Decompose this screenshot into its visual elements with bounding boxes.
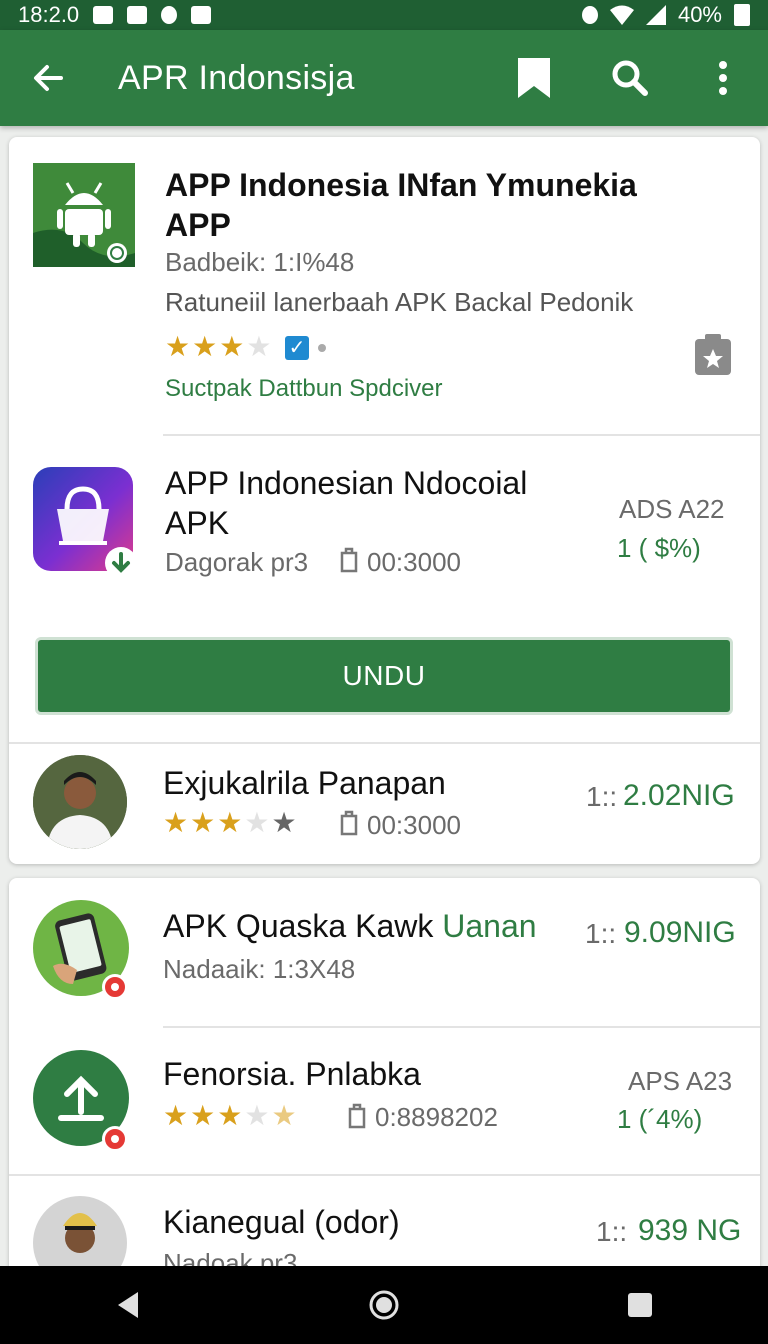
star-full-icon: ★ — [190, 807, 216, 838]
nav-back-button[interactable] — [88, 1275, 168, 1335]
app-right-label: APS A23 — [628, 1066, 733, 1096]
shield-icon — [127, 6, 148, 24]
star-empty-icon: ★ — [246, 331, 272, 362]
divider — [9, 1174, 760, 1176]
app-rating: ★ ★ ★ ★ ★ — [163, 1102, 297, 1130]
battery-icon — [734, 4, 750, 26]
nav-home-button[interactable] — [344, 1275, 424, 1335]
app-title: Exjukalrila Panapan — [163, 765, 446, 801]
featured-app-rating: ★ ★ ★ ★ — [165, 333, 271, 361]
search-button[interactable] — [582, 30, 678, 126]
price-prefix: 1:: — [586, 781, 618, 812]
app-card-featured: APP Indonesia INfan Ymunekia APP Badbeik… — [9, 137, 760, 864]
system-nav-bar — [0, 1266, 768, 1344]
arrow-back-icon — [34, 65, 63, 91]
notification-icon — [93, 6, 114, 24]
android-app-icon — [33, 163, 135, 267]
music-icon — [161, 6, 178, 24]
package-icon — [340, 810, 358, 836]
bookmark-icon — [518, 58, 550, 98]
more-options-button[interactable] — [678, 30, 768, 126]
app-title: APK Quaska Kawk Uanan — [163, 906, 537, 946]
featured-app-description: Ratuneiil lanerbaah APK Backal Pedonik — [165, 287, 634, 317]
star-full-icon: ★ — [217, 807, 243, 838]
featured-app-meta: Badbeik: 1:I%48 — [165, 247, 355, 277]
status-time: 18:2.0 — [18, 2, 80, 27]
app-title-text: APK Quaska Kawk — [163, 908, 434, 944]
notification-badge-icon — [102, 974, 128, 1000]
cell-signal-icon — [645, 5, 666, 25]
app-right-value: 1 (´4%) — [617, 1104, 703, 1134]
avatar — [33, 755, 127, 849]
app-title: APP Indonesian Ndocoial — [165, 465, 528, 501]
featured-app-title-line2: APP — [165, 207, 231, 243]
app-bar: APR Indonsisja — [0, 30, 768, 126]
back-button[interactable] — [0, 30, 96, 126]
separator-dot — [318, 344, 326, 352]
triangle-back-icon — [118, 1292, 138, 1318]
star-full-icon: ★ — [217, 1100, 243, 1131]
featured-app-link[interactable]: Suctpak Dattbun Spdciver — [165, 375, 443, 403]
app-price: 9.09NIG — [624, 916, 736, 949]
star-half-icon: ★ — [271, 1100, 297, 1131]
app-right-label: ADS A22 — [619, 494, 725, 524]
divider — [163, 434, 760, 436]
price-prefix: 1:: — [596, 1216, 628, 1247]
download-notification-icon — [191, 6, 212, 24]
star-full-icon: ★ — [192, 331, 218, 362]
download-badge — [105, 547, 137, 579]
bookmark-button[interactable] — [486, 30, 582, 126]
star-full-icon: ★ — [219, 331, 245, 362]
app-meta: Dagorak pr3 — [165, 547, 309, 577]
app-size: 0:8898202 — [375, 1102, 498, 1132]
signal-icon — [581, 6, 598, 24]
package-icon — [348, 1103, 366, 1129]
wifi-icon — [609, 5, 634, 25]
more-vert-icon — [719, 61, 727, 95]
divider — [163, 1026, 760, 1028]
app-rating: ★ ★ ★ ★ ★ — [163, 809, 297, 837]
download-button[interactable]: UNDU — [35, 637, 733, 715]
app-title-highlight: Uanan — [442, 908, 537, 944]
package-icon — [340, 547, 358, 573]
app-bar-title: APR Indonsisja — [118, 58, 355, 97]
star-full-icon: ★ — [163, 1100, 189, 1131]
app-card-list: APK Quaska Kawk Uanan Nadaaik: 1:3X48 1:… — [9, 878, 760, 1278]
status-bar: 18:2.0 40% — [0, 0, 768, 30]
download-arrow-icon — [107, 549, 135, 577]
app-size: 00:3000 — [367, 810, 461, 840]
star-full-icon: ★ — [163, 807, 189, 838]
star-empty-icon: ★ — [244, 807, 270, 838]
star-full-icon: ★ — [165, 331, 191, 362]
notification-badge-icon — [102, 1126, 128, 1152]
battery-percent: 40% — [677, 2, 722, 27]
clipboard-star-icon — [695, 334, 731, 375]
price-prefix: 1:: — [585, 918, 617, 949]
star-empty-icon: ★ — [244, 1100, 270, 1131]
app-title: Fenorsia. Pnlabka — [163, 1056, 421, 1092]
featured-app-title: APP Indonesia INfan Ymunekia — [165, 167, 637, 203]
app-price: 2.02NIG — [623, 779, 735, 812]
star-full-icon: ★ — [190, 1100, 216, 1131]
app-title: Kianegual (odor) — [163, 1204, 400, 1240]
star-dark-icon: ★ — [271, 807, 297, 838]
app-right-value: 1 ( $%) — [617, 533, 701, 563]
circle-home-icon — [369, 1290, 399, 1320]
square-recents-icon — [628, 1293, 652, 1317]
divider — [9, 742, 760, 744]
app-title-line2: APK — [165, 505, 230, 541]
verified-check-icon: ✓ — [285, 336, 309, 360]
nav-recents-button[interactable] — [600, 1275, 680, 1335]
app-meta: Nadaaik: 1:3X48 — [163, 954, 356, 984]
clipboard-button[interactable] — [693, 333, 733, 377]
app-price: 939 NG — [638, 1214, 742, 1247]
app-size: 00:3000 — [367, 547, 461, 577]
search-icon — [612, 60, 648, 96]
